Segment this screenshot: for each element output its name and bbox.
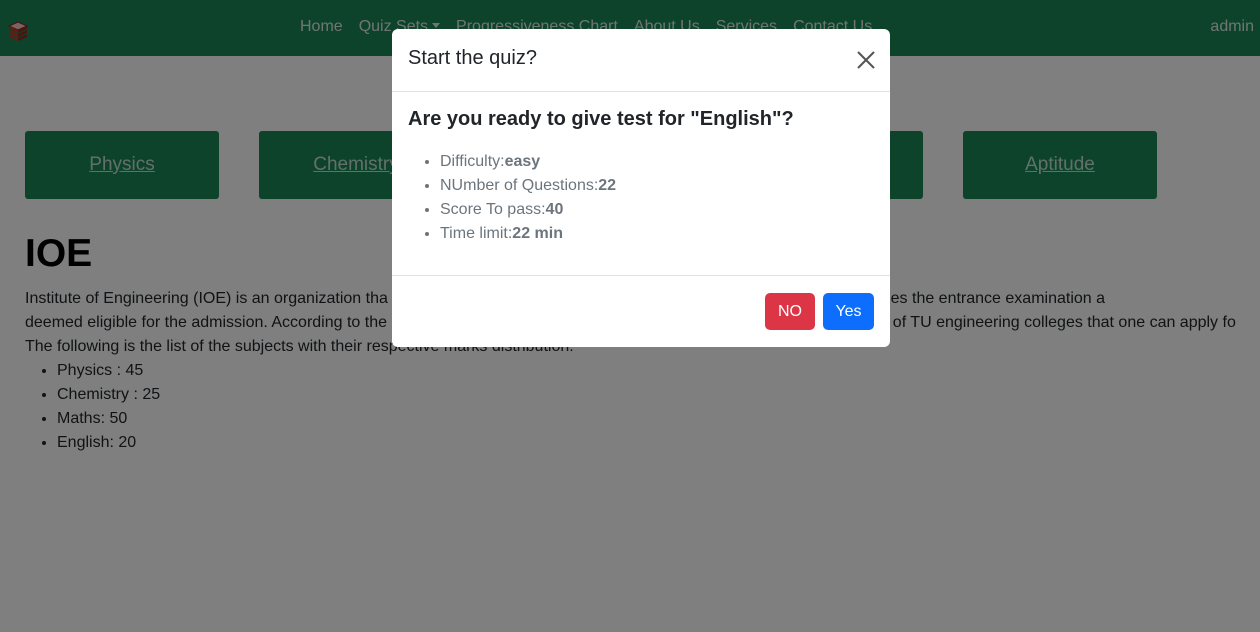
question-prefix: Are you ready to give test for " [408,108,700,130]
yes-button[interactable]: Yes [823,293,874,330]
close-icon[interactable] [856,50,876,70]
detail-value: 22 min [512,225,563,242]
modal-footer: NO Yes [392,275,890,347]
detail-time-limit: Time limit:22 min [440,222,616,246]
quiz-question: Are you ready to give test for "English"… [408,108,794,131]
detail-pass-score: Score To pass:40 [440,198,616,222]
quiz-details: Difficulty:easy NUmber of Questions:22 S… [408,150,616,246]
detail-label: Score To pass: [440,201,546,218]
question-suffix: "? [772,108,794,130]
detail-label: NUmber of Questions: [440,177,599,194]
detail-value: easy [504,153,541,170]
modal-body: Are you ready to give test for "English"… [392,92,890,275]
detail-label: Difficulty: [440,153,505,170]
detail-question-count: NUmber of Questions:22 [440,174,616,198]
modal-title: Start the quiz? [408,47,537,69]
no-button[interactable]: NO [765,293,815,330]
modal-header: Start the quiz? [392,29,890,92]
detail-difficulty: Difficulty:easy [440,150,616,174]
detail-label: Time limit: [440,225,513,242]
detail-value: 22 [598,177,617,194]
detail-value: 40 [545,201,564,218]
start-quiz-modal: Start the quiz? Are you ready to give te… [392,29,890,347]
question-subject: English [699,108,773,130]
